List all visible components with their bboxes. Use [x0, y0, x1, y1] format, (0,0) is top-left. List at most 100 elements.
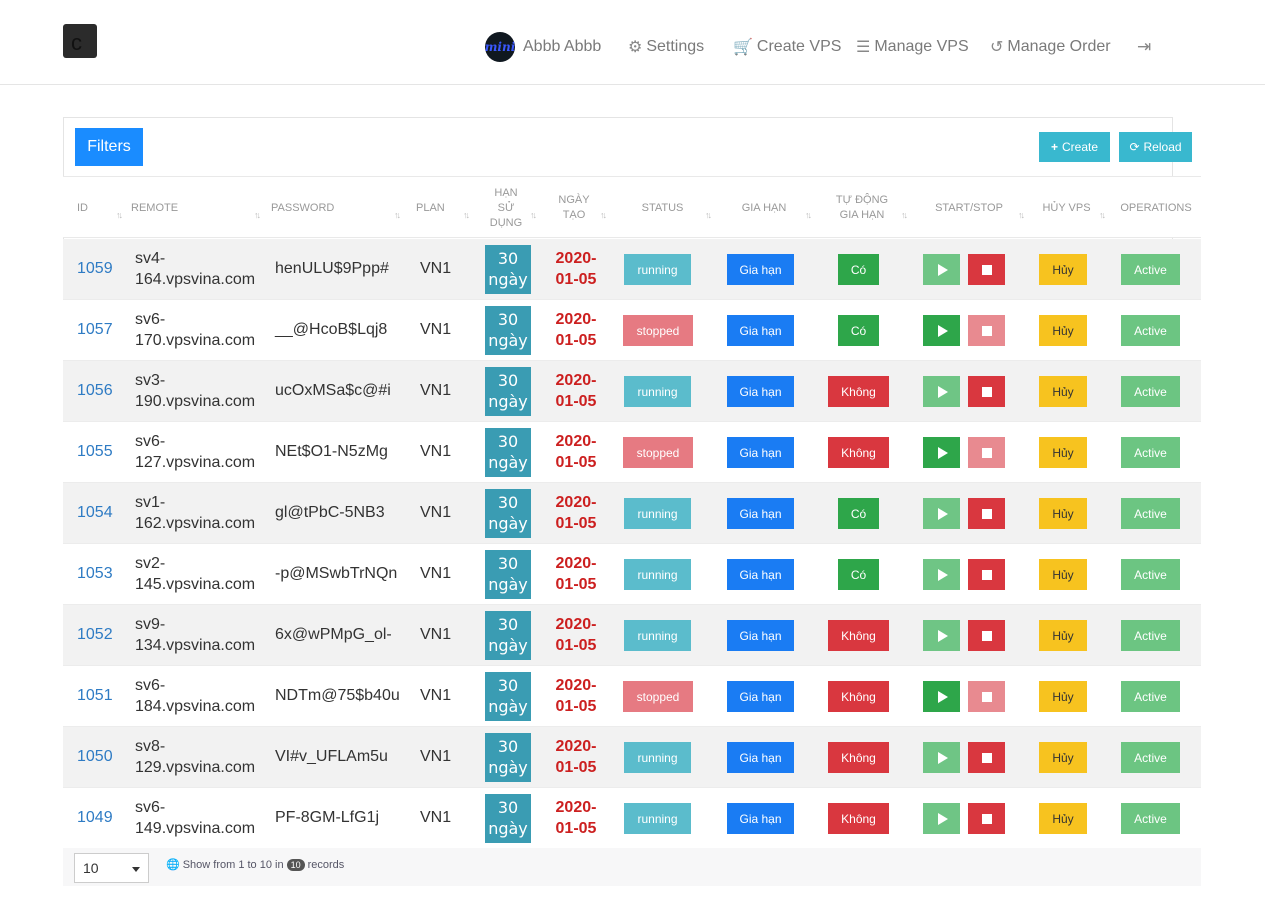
col-status[interactable]: STATUS ↑↓: [615, 177, 712, 239]
row-gia-han-button[interactable]: Gia hạn: [727, 803, 794, 834]
row-gia-han-button[interactable]: Gia hạn: [727, 254, 794, 285]
row-auto-renew-toggle[interactable]: Có: [838, 559, 879, 590]
row-id-link[interactable]: 1057: [77, 321, 113, 339]
row-id-link[interactable]: 1053: [77, 565, 113, 583]
row-gia-han-button[interactable]: Gia hạn: [727, 437, 794, 468]
row-id-cell: 1050: [77, 727, 113, 787]
nav-user[interactable]: mini Abbb Abbb: [485, 30, 601, 64]
row-start-button[interactable]: [923, 742, 960, 773]
row-start-button[interactable]: [923, 376, 960, 407]
row-start-button[interactable]: [923, 315, 960, 346]
row-gia-han-button[interactable]: Gia hạn: [727, 315, 794, 346]
col-tu-dong-gia-han[interactable]: TỰ ĐỘNG GIA HẠN ↑↓: [818, 177, 908, 239]
col-start-stop[interactable]: START/STOP ↑↓: [915, 177, 1025, 239]
reload-button[interactable]: ⟳ Reload: [1119, 132, 1192, 162]
nav-manage-order[interactable]: ↺ Manage Order: [990, 30, 1111, 64]
row-password: VI#v_UFLAm5u: [275, 748, 388, 765]
play-icon: [938, 263, 948, 276]
row-active-button[interactable]: Active: [1121, 620, 1180, 651]
row-gia-han-button[interactable]: Gia hạn: [727, 559, 794, 590]
row-active-button[interactable]: Active: [1121, 315, 1180, 346]
row-gia-han-button[interactable]: Gia hạn: [727, 376, 794, 407]
col-gia-han[interactable]: GIA HẠN ↑↓: [718, 177, 812, 239]
row-huy-button[interactable]: Hủy: [1039, 376, 1087, 407]
row-start-button[interactable]: [923, 681, 960, 712]
col-operations[interactable]: OPERATIONS: [1113, 177, 1199, 239]
row-auto-renew-toggle[interactable]: Không: [828, 742, 889, 773]
row-stop-button[interactable]: [968, 376, 1005, 407]
row-gia-han-button[interactable]: Gia hạn: [727, 498, 794, 529]
row-huy-button[interactable]: Hủy: [1039, 803, 1087, 834]
row-start-button[interactable]: [923, 803, 960, 834]
row-id-link[interactable]: 1050: [77, 748, 113, 766]
row-stop-button[interactable]: [968, 559, 1005, 590]
row-auto-renew-toggle[interactable]: Có: [838, 254, 879, 285]
row-id-link[interactable]: 1054: [77, 504, 113, 522]
row-id-link[interactable]: 1055: [77, 443, 113, 461]
row-auto-renew-toggle[interactable]: Không: [828, 681, 889, 712]
row-huy-button[interactable]: Hủy: [1039, 681, 1087, 712]
row-auto-renew-toggle[interactable]: Không: [828, 376, 889, 407]
row-stop-button[interactable]: [968, 742, 1005, 773]
row-id-cell: 1053: [77, 544, 113, 604]
create-button[interactable]: + Create: [1039, 132, 1110, 162]
row-huy-button[interactable]: Hủy: [1039, 742, 1087, 773]
row-stop-button[interactable]: [968, 803, 1005, 834]
row-id-link[interactable]: 1056: [77, 382, 113, 400]
col-han-su-dung[interactable]: HẠN SỬ DỤNG ↑↓: [477, 177, 537, 239]
row-id-link[interactable]: 1059: [77, 260, 113, 278]
row-id-link[interactable]: 1049: [77, 809, 113, 827]
col-ngay-tao[interactable]: NGÀY TẠO ↑↓: [543, 177, 607, 239]
row-gia-han-button[interactable]: Gia hạn: [727, 681, 794, 712]
row-auto-renew-toggle[interactable]: Không: [828, 620, 889, 651]
row-id-link[interactable]: 1052: [77, 626, 113, 644]
row-active-button[interactable]: Active: [1121, 742, 1180, 773]
row-auto-renew-toggle[interactable]: Không: [828, 803, 889, 834]
row-huy-button[interactable]: Hủy: [1039, 559, 1087, 590]
row-active-button[interactable]: Active: [1121, 498, 1180, 529]
row-gia-han-button[interactable]: Gia hạn: [727, 742, 794, 773]
row-huy-button[interactable]: Hủy: [1039, 254, 1087, 285]
stop-icon: [981, 630, 992, 641]
row-huy-button[interactable]: Hủy: [1039, 437, 1087, 468]
filters-button[interactable]: Filters: [75, 128, 143, 166]
row-active-button[interactable]: Active: [1121, 681, 1180, 712]
brand-logo[interactable]: c: [63, 24, 97, 58]
nav-create-vps[interactable]: 🛒 Create VPS: [733, 30, 841, 64]
nav-settings[interactable]: ⚙ Settings: [628, 30, 704, 64]
col-password[interactable]: PASSWORD ↑↓: [271, 177, 401, 239]
row-auto-renew-toggle[interactable]: Không: [828, 437, 889, 468]
row-huy-button[interactable]: Hủy: [1039, 498, 1087, 529]
row-start-button[interactable]: [923, 559, 960, 590]
row-id-link[interactable]: 1051: [77, 687, 113, 705]
row-active-button[interactable]: Active: [1121, 376, 1180, 407]
row-stop-button[interactable]: [968, 620, 1005, 651]
row-date-text: 2020- 01-05: [556, 309, 597, 351]
row-huy-button[interactable]: Hủy: [1039, 315, 1087, 346]
row-active-button[interactable]: Active: [1121, 437, 1180, 468]
row-stop-button[interactable]: [968, 315, 1005, 346]
col-huy-vps[interactable]: HỦY VPS ↑↓: [1029, 177, 1106, 239]
row-start-button[interactable]: [923, 437, 960, 468]
logout-button[interactable]: ⇥: [1137, 30, 1155, 64]
row-start-button[interactable]: [923, 620, 960, 651]
row-stop-button[interactable]: [968, 498, 1005, 529]
row-stop-button[interactable]: [968, 437, 1005, 468]
col-remote[interactable]: REMOTE ↑↓: [131, 177, 261, 239]
row-active-button[interactable]: Active: [1121, 803, 1180, 834]
row-auto-renew-toggle[interactable]: Có: [838, 315, 879, 346]
col-plan[interactable]: PLAN ↑↓: [416, 177, 470, 239]
col-id[interactable]: ID ↑↓: [77, 177, 123, 239]
row-gia-han-button[interactable]: Gia hạn: [727, 620, 794, 651]
row-auto-renew-toggle[interactable]: Có: [838, 498, 879, 529]
page-size-select[interactable]: 10: [74, 853, 149, 883]
row-stop-button[interactable]: [968, 254, 1005, 285]
row-days-num: 30: [497, 737, 519, 756]
row-start-button[interactable]: [923, 254, 960, 285]
row-huy-button[interactable]: Hủy: [1039, 620, 1087, 651]
row-active-button[interactable]: Active: [1121, 559, 1180, 590]
row-start-button[interactable]: [923, 498, 960, 529]
row-stop-button[interactable]: [968, 681, 1005, 712]
nav-manage-vps[interactable]: ☰ Manage VPS: [856, 30, 969, 64]
row-active-button[interactable]: Active: [1121, 254, 1180, 285]
